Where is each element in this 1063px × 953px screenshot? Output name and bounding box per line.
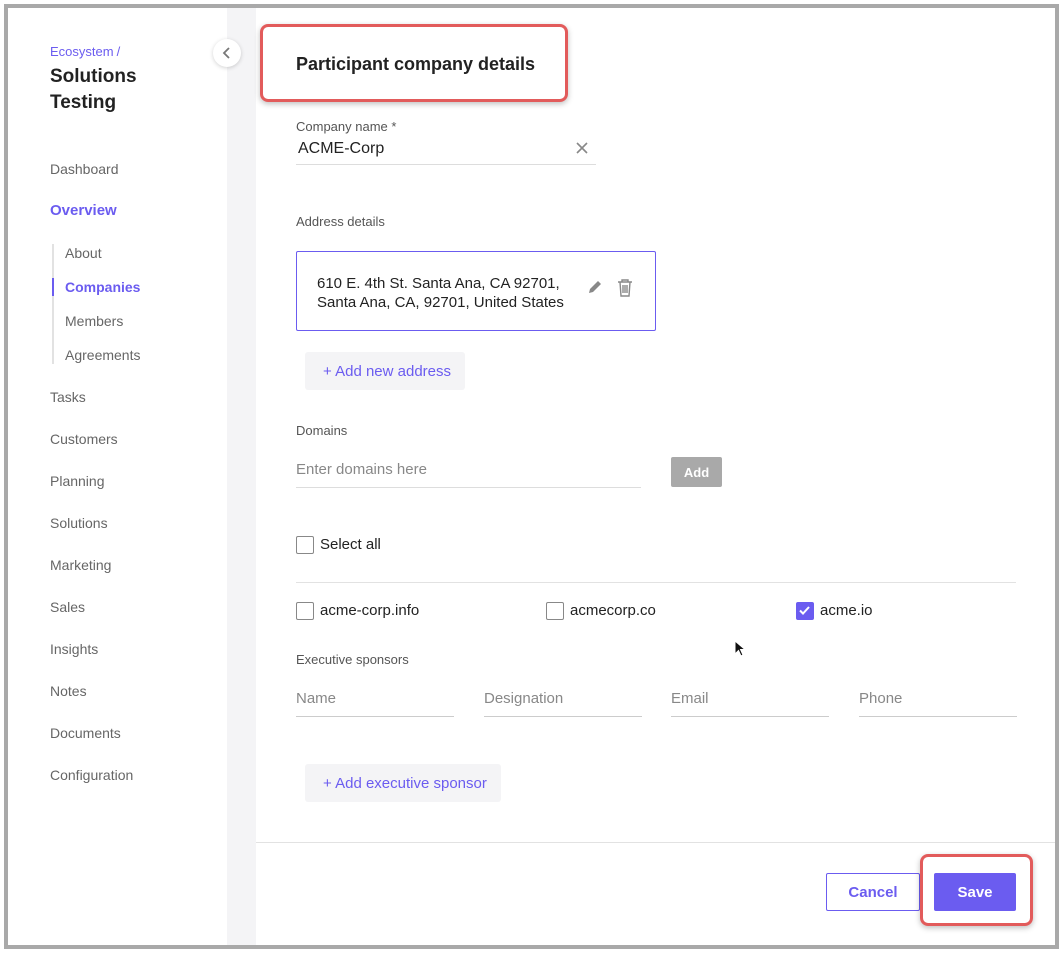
page-title: Participant company details <box>296 54 536 74</box>
subnav-companies[interactable]: Companies <box>65 279 140 295</box>
breadcrumb-separator: / <box>116 44 121 59</box>
address-details-label: Address details <box>296 214 385 229</box>
domain-checkbox-acmecorp-co[interactable] <box>546 602 564 620</box>
edit-address-button[interactable] <box>587 279 603 297</box>
add-domain-button[interactable]: Add <box>671 457 722 487</box>
domain-checkbox-acme-io[interactable] <box>796 602 814 620</box>
nav-sales[interactable]: Sales <box>50 599 85 615</box>
sponsor-phone-input[interactable]: Phone <box>859 689 1017 717</box>
address-text: 610 E. 4th St. Santa Ana, CA 92701, Sant… <box>317 274 587 312</box>
delete-address-button[interactable] <box>617 278 633 298</box>
collapse-sidebar-button[interactable] <box>213 39 241 67</box>
domain-checkbox-acme-corp-info[interactable] <box>296 602 314 620</box>
nav-tasks[interactable]: Tasks <box>50 389 86 405</box>
app-window: Ecosystem / Solutions Testing Dashboard O… <box>4 4 1059 949</box>
sponsor-email-input[interactable]: Email <box>671 689 829 717</box>
add-new-address-button[interactable]: + Add new address <box>305 352 466 390</box>
pencil-icon <box>589 281 601 293</box>
address-line-2: Santa Ana, CA, 92701, United States <box>317 294 564 311</box>
address-line-1: 610 E. 4th St. Santa Ana, CA 92701, <box>317 275 560 292</box>
select-all-label: Select all <box>320 536 381 553</box>
main-panel: Participant company details Company name… <box>256 8 1055 945</box>
nav-dashboard[interactable]: Dashboard <box>50 161 119 177</box>
add-executive-sponsor-button[interactable]: + Add executive sponsor <box>305 764 501 802</box>
nav-solutions[interactable]: Solutions <box>50 515 108 531</box>
domain-label-acmecorp-co: acmecorp.co <box>570 602 656 619</box>
clear-company-name-button[interactable] <box>576 139 588 159</box>
sponsor-designation-input[interactable]: Designation <box>484 689 642 717</box>
sponsor-name-input[interactable]: Name <box>296 689 454 717</box>
save-button[interactable]: Save <box>934 873 1016 911</box>
executive-sponsors-label: Executive sponsors <box>296 652 409 667</box>
domains-label: Domains <box>296 423 348 438</box>
sidebar: Ecosystem / Solutions Testing Dashboard O… <box>8 8 227 945</box>
nav-insights[interactable]: Insights <box>50 641 98 657</box>
company-name-label: Company name * <box>296 119 397 134</box>
breadcrumb[interactable]: Ecosystem / <box>50 44 120 59</box>
sidebar-gutter <box>227 8 256 945</box>
trash-icon <box>618 279 632 297</box>
nav-marketing[interactable]: Marketing <box>50 557 111 573</box>
subnav-members[interactable]: Members <box>65 313 123 329</box>
domain-label-acme-corp-info: acme-corp.info <box>320 602 420 619</box>
address-card[interactable]: 610 E. 4th St. Santa Ana, CA 92701, Sant… <box>296 251 656 331</box>
subnav-rail <box>52 244 54 364</box>
cancel-button[interactable]: Cancel <box>826 873 920 911</box>
subnav-active-indicator <box>52 278 54 296</box>
company-name-input[interactable]: ACME-Corp <box>296 137 596 165</box>
subnav-about[interactable]: About <box>65 245 102 261</box>
nav-configuration[interactable]: Configuration <box>50 767 133 783</box>
nav-customers[interactable]: Customers <box>50 431 118 447</box>
close-icon <box>576 142 588 154</box>
nav-overview[interactable]: Overview <box>50 202 117 219</box>
subnav-agreements[interactable]: Agreements <box>65 347 140 363</box>
checkmark-icon <box>799 606 810 615</box>
select-all-checkbox[interactable] <box>296 536 314 554</box>
chevron-left-icon <box>222 47 230 59</box>
domain-label-acme-io: acme.io <box>820 602 873 619</box>
domains-divider <box>296 582 1016 583</box>
footer-divider <box>256 842 1055 843</box>
mouse-pointer-icon <box>734 640 747 657</box>
nav-documents[interactable]: Documents <box>50 725 121 741</box>
breadcrumb-link[interactable]: Ecosystem <box>50 44 114 59</box>
nav-notes[interactable]: Notes <box>50 683 87 699</box>
nav-planning[interactable]: Planning <box>50 473 105 489</box>
domains-input[interactable]: Enter domains here <box>296 459 641 488</box>
app-title: Solutions Testing <box>50 66 137 113</box>
